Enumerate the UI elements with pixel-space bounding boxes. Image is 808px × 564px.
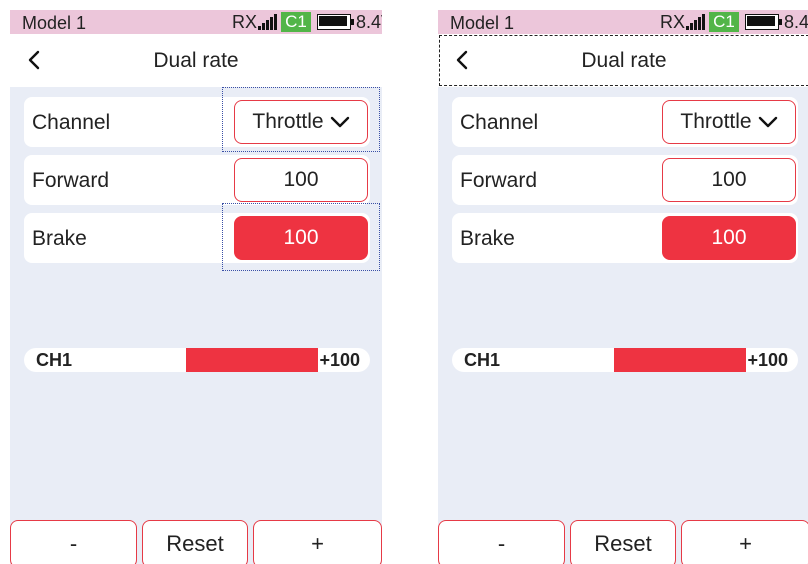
chevron-down-icon [758,116,777,128]
forward-label: Forward [460,169,538,192]
forward-value-field[interactable]: 100 [234,158,368,202]
signal-bars-icon [258,14,278,30]
channel-dropdown[interactable]: Throttle [662,100,796,144]
channel-output-label: CH1 [36,350,73,370]
brake-label: Brake [32,227,87,250]
rx-label: RX [660,12,686,32]
brake-row: Brake 100 [452,213,798,263]
battery-icon [745,14,783,30]
brake-row: Brake 100 [24,213,370,263]
battery-voltage: 8.4V [784,12,808,32]
channel-dropdown-value: Throttle [680,110,752,133]
channel-label: Channel [460,111,539,134]
channel-output-bar: CH1 +100 [24,348,370,372]
increase-button[interactable]: + [253,520,382,564]
channel-badge: C1 [709,12,739,32]
model-name: Model 1 [22,13,87,33]
screen-right: Model 1 RX C1 8.4V Dual rate Channel Thr… [438,10,808,564]
reset-button[interactable]: Reset [570,520,676,564]
status-bar: Model 1 RX C1 8.4V [438,10,808,34]
channel-label: Channel [32,111,111,134]
channel-dropdown[interactable]: Throttle [234,100,368,144]
model-name: Model 1 [450,13,515,33]
channel-row: Channel Throttle [24,97,370,147]
reset-button[interactable]: Reset [142,520,248,564]
status-bar: Model 1 RX C1 8.4V [10,10,382,34]
decrease-button[interactable]: - [438,520,565,564]
channel-output-fill [186,348,318,372]
brake-label: Brake [460,227,515,250]
channel-output-label: CH1 [464,350,501,370]
title-bar: Dual rate [438,34,808,87]
increase-button[interactable]: + [681,520,808,564]
battery-fill [747,16,775,26]
forward-label: Forward [32,169,110,192]
channel-dropdown-value: Throttle [252,110,324,133]
channel-output-fill [614,348,746,372]
brake-value-field[interactable]: 100 [662,216,796,260]
channel-output-value: +100 [319,350,360,370]
battery-voltage: 8.4V [356,12,382,32]
channel-row: Channel Throttle [452,97,798,147]
battery-icon [317,14,355,30]
channel-output-value: +100 [747,350,788,370]
page-title: Dual rate [581,49,667,72]
brake-value-field[interactable]: 100 [234,216,368,260]
forward-row: Forward 100 [24,155,370,205]
page-title: Dual rate [153,49,239,72]
battery-fill [319,16,347,26]
decrease-button[interactable]: - [10,520,137,564]
forward-value-field[interactable]: 100 [662,158,796,202]
channel-output-bar: CH1 +100 [452,348,798,372]
forward-row: Forward 100 [452,155,798,205]
screen-left: Model 1 RX C1 8.4V Dual rate Channel Thr… [10,10,382,564]
title-bar: Dual rate [10,34,382,87]
chevron-down-icon [330,116,349,128]
signal-bars-icon [686,14,706,30]
rx-label: RX [232,12,258,32]
channel-badge: C1 [281,12,311,32]
